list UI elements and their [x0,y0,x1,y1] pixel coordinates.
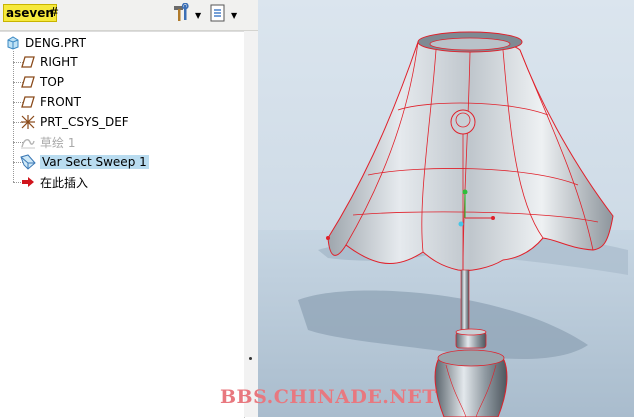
tree-item-var-sect-sweep[interactable]: Var Sect Sweep 1 [19,154,149,170]
tree-item-label: RIGHT [40,55,78,69]
model-tree: DENG.PRT RIGHT TOP FRONT PRT_CSYS_DEF 草绘… [0,31,245,418]
chevron-down-icon: ▼ [195,10,202,20]
coordinate-system-icon [19,114,37,130]
tree-item-label: 在此插入 [40,175,89,190]
graphics-viewport[interactable] [258,0,634,417]
part-icon [4,35,22,51]
document-list-icon [209,3,227,27]
tree-item-sketch[interactable]: 草绘 1 [19,134,75,150]
cursor-glyph: # [49,5,60,19]
tree-item-csys[interactable]: PRT_CSYS_DEF [19,114,129,130]
tree-item-label: PRT_CSYS_DEF [40,115,129,129]
tree-item-top-plane[interactable]: TOP [19,74,64,90]
tree-item-label: Var Sect Sweep 1 [40,155,149,169]
chevron-down-icon: ▼ [231,10,238,20]
model-tree-toolbar: aseven # ▼ ▼ [0,0,258,31]
left-panel: aseven # ▼ ▼ DENG.PRT RIGHT TOP FRONT PR… [0,0,258,418]
datum-plane-icon [19,94,37,110]
lamp-model-render [258,0,634,417]
sweep-feature-icon [19,154,37,170]
tree-item-label: FRONT [40,95,81,109]
show-options-button[interactable]: ▼ [209,3,238,27]
insert-arrow-icon [19,174,37,190]
tree-item-label: DENG.PRT [25,36,86,50]
tree-root-part[interactable]: DENG.PRT [4,35,86,51]
watermark-text: BBS.CHINADE.NET [220,386,437,408]
tree-item-label: TOP [40,75,65,89]
scrollbar-grip[interactable] [249,357,252,360]
sketch-icon [19,134,37,150]
settings-tools-button[interactable]: ▼ [171,2,202,27]
datum-plane-icon [19,54,37,70]
tree-scrollbar[interactable] [244,31,258,417]
tree-item-insert-here[interactable]: 在此插入 [19,174,88,190]
tree-item-front-plane[interactable]: FRONT [19,94,81,110]
datum-plane-icon [19,74,37,90]
tree-item-right-plane[interactable]: RIGHT [19,54,78,70]
tree-item-label: 草绘 1 [40,135,76,150]
hammer-wrench-icon [171,2,191,27]
